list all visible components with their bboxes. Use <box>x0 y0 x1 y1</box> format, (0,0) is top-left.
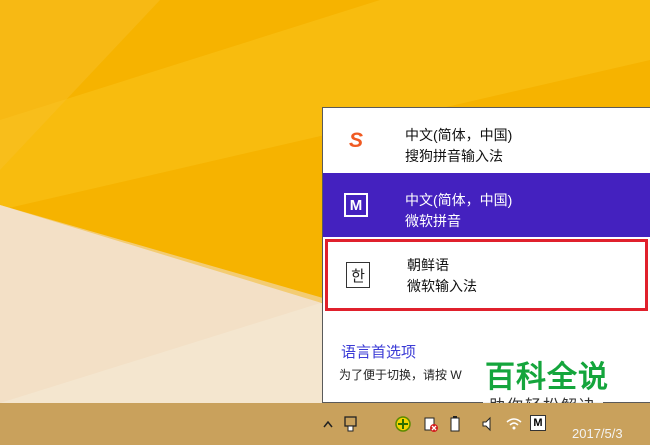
ime-language-label: 中文(简体，中国) <box>405 192 513 208</box>
ime-method-label: 搜狗拼音输入法 <box>405 148 503 164</box>
action-center-icon[interactable] <box>342 415 360 433</box>
taskbar: M 2017/5/3 <box>0 403 650 445</box>
volume-icon[interactable] <box>480 415 498 433</box>
battery-icon[interactable] <box>446 415 464 433</box>
switch-hint-text: 为了便于切换，请按 W <box>339 368 462 382</box>
korean-ime-icon: 한 <box>346 262 370 288</box>
ime-method-label: 微软输入法 <box>407 278 477 294</box>
svg-text:S: S <box>349 129 363 152</box>
ime-indicator-icon[interactable]: M <box>530 415 546 431</box>
microsoft-pinyin-icon: M <box>344 193 368 217</box>
security-shield-icon[interactable] <box>394 415 412 433</box>
ime-language-label: 中文(简体，中国) <box>405 127 513 143</box>
ime-item-microsoft-pinyin[interactable]: M 中文(简体，中国) 微软拼音 <box>323 173 650 237</box>
wifi-icon[interactable] <box>505 415 523 433</box>
ime-language-label: 朝鲜语 <box>407 257 449 273</box>
show-hidden-icons-icon[interactable] <box>322 419 334 429</box>
network-status-icon[interactable] <box>422 415 440 433</box>
watermark-title: 百科全说 <box>485 361 609 394</box>
ime-item-sogou[interactable]: S 中文(简体，中国) 搜狗拼音输入法 <box>323 108 650 172</box>
taskbar-date[interactable]: 2017/5/3 <box>572 426 623 441</box>
language-preferences-link[interactable]: 语言首选项 <box>341 341 416 362</box>
ime-item-korean[interactable]: 한 朝鲜语 微软输入法 <box>325 239 648 311</box>
sogou-pinyin-icon: S <box>343 126 369 152</box>
ime-method-label: 微软拼音 <box>405 213 461 229</box>
